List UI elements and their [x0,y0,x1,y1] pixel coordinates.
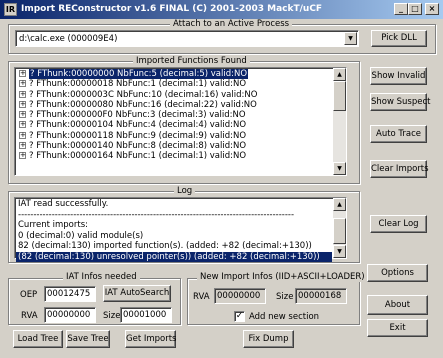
import-tree-item-label: ? FThunk:00000000 NbFunc:5 (decimal:5) v… [29,69,249,80]
auto-trace-button[interactable]: Auto Trace [370,125,427,143]
scroll-thumb[interactable] [333,218,346,244]
import-tree-item-label: ? FThunk:00000104 NbFunc:4 (decimal:4) v… [29,120,247,131]
close-button[interactable]: × [425,3,439,15]
oep-value: 00012475 [47,289,91,299]
new-rva-value: 00000000 [217,291,261,301]
log-line[interactable]: 82 (decimal:130) imported function(s). (… [16,241,332,252]
process-select-value: d:\calc.exe (000009E4) [19,34,118,44]
minimize-button[interactable]: _ [394,3,408,15]
expand-icon[interactable]: + [19,152,26,160]
imports-tree[interactable]: +? FThunk:00000000 NbFunc:5 (decimal:5) … [14,67,347,176]
import-tree-item[interactable]: +? FThunk:00000140 NbFunc:8 (decimal:8) … [16,141,332,151]
import-tree-item[interactable]: +? FThunk:00000164 NbFunc:1 (decimal:1) … [16,151,332,161]
iat-frame-label: IAT Infos needed [63,272,140,282]
log-scrollbar[interactable]: ▲ ▼ [333,198,346,258]
log-line[interactable]: 0 (decimal:0) valid module(s) [16,231,332,242]
expand-icon[interactable]: + [19,80,26,88]
import-tree-item[interactable]: +? FThunk:00000080 NbFunc:16 (decimal:22… [16,100,332,110]
clear-imports-button[interactable]: Clear Imports [370,160,429,178]
oep-label: OEP [20,290,38,300]
clear-log-button[interactable]: Clear Log [370,215,427,233]
app-icon: IR [4,3,17,16]
log-line[interactable]: Current imports: [16,220,332,231]
expand-icon[interactable]: + [19,111,26,119]
size-input[interactable]: 00001000 [120,307,172,323]
import-tree-item[interactable]: +? FThunk:0000003C NbFunc:10 (decimal:16… [16,90,332,100]
expand-icon[interactable]: + [19,121,26,129]
import-tree-item-label: ? FThunk:0000003C NbFunc:10 (decimal:16)… [29,89,258,100]
imports-scrollbar[interactable]: ▲ ▼ [333,68,346,175]
expand-icon[interactable]: + [19,142,26,150]
import-tree-item-label: ? FThunk:00000018 NbFunc:1 (decimal:1) v… [29,79,247,90]
oep-input[interactable]: 00012475 [44,286,96,302]
new-size-field: 00000168 [295,288,347,304]
import-tree-item-label: ? FThunk:00000140 NbFunc:8 (decimal:8) v… [29,141,247,152]
new-size-value: 00000168 [298,291,342,301]
new-import-frame-label: New Import Infos (IID+ASCII+LOADER) [197,272,368,282]
fix-dump-button[interactable]: Fix Dump [243,330,294,348]
rva-value: 00000000 [47,310,91,320]
pick-dll-button[interactable]: Pick DLL [371,30,427,47]
rva-label: RVA [21,311,38,321]
scroll-down-icon[interactable]: ▼ [333,162,346,175]
log-line[interactable]: IAT read successfully. [16,199,332,210]
import-tree-item-label: ? FThunk:00000118 NbFunc:9 (decimal:9) v… [29,130,247,141]
window-title: Import REConstructor v1.6 FINAL (C) 2001… [21,4,323,14]
add-section-label: Add new section [249,312,320,322]
exit-button[interactable]: Exit [367,319,428,337]
expand-icon[interactable]: + [19,70,26,77]
scroll-thumb[interactable] [333,81,346,111]
import-tree-item-label: ? FThunk:00000164 NbFunc:1 (decimal:1) v… [29,151,247,162]
options-button[interactable]: Options [367,264,428,282]
chevron-down-icon[interactable]: ▼ [344,32,357,45]
rva-input[interactable]: 00000000 [44,307,96,323]
import-tree-item[interactable]: +? FThunk:000000F0 NbFunc:3 (decimal:3) … [16,110,332,120]
log-line[interactable]: ----------------------------------------… [16,210,332,221]
add-section-checkbox[interactable]: ✓ [234,311,245,322]
size-label: Size [103,311,121,321]
import-tree-item-label: ? FThunk:00000080 NbFunc:16 (decimal:22)… [29,99,257,110]
scroll-down-icon[interactable]: ▼ [333,245,346,258]
new-rva-label: RVA [193,292,210,302]
maximize-button[interactable]: □ [408,3,422,15]
expand-icon[interactable]: + [19,90,26,98]
import-tree-item[interactable]: +? FThunk:00000118 NbFunc:9 (decimal:9) … [16,131,332,141]
log-line[interactable]: (82 (decimal:130) unresolved pointer(s))… [16,251,332,262]
import-tree-item-label: ? FThunk:000000F0 NbFunc:3 (decimal:3) v… [29,110,246,121]
imports-list: +? FThunk:00000000 NbFunc:5 (decimal:5) … [16,69,332,162]
scroll-up-icon[interactable]: ▲ [333,198,346,211]
title-bar[interactable]: IR Import REConstructor v1.6 FINAL (C) 2… [0,0,443,19]
size-value: 00001000 [123,310,167,320]
log-list: IAT read successfully. ------------------… [16,199,332,262]
expand-icon[interactable]: + [19,131,26,139]
new-rva-field: 00000000 [214,288,266,304]
about-button[interactable]: About [367,295,428,315]
new-size-label: Size [276,292,294,302]
load-tree-button[interactable]: Load Tree [13,330,63,348]
import-tree-item[interactable]: +? FThunk:00000104 NbFunc:4 (decimal:4) … [16,120,332,130]
show-suspect-button[interactable]: Show Suspect [370,93,430,111]
get-imports-button[interactable]: Get Imports [125,330,177,348]
imports-frame-label: Imported Functions Found [133,56,250,66]
attach-frame-label: Attach to an Active Process [170,19,293,29]
save-tree-button[interactable]: Save Tree [66,330,110,348]
import-tree-item[interactable]: +? FThunk:00000018 NbFunc:1 (decimal:1) … [16,79,332,89]
log-frame-label: Log [174,186,196,196]
log-box[interactable]: IAT read successfully. ------------------… [14,197,347,262]
import-tree-item[interactable]: +? FThunk:00000000 NbFunc:5 (decimal:5) … [16,69,332,80]
expand-icon[interactable]: + [19,100,26,108]
show-invalid-button[interactable]: Show Invalid [370,67,427,85]
scroll-up-icon[interactable]: ▲ [333,68,346,81]
iat-autosearch-button[interactable]: IAT AutoSearch [103,285,171,302]
process-select[interactable]: d:\calc.exe (000009E4) ▼ [15,30,359,47]
